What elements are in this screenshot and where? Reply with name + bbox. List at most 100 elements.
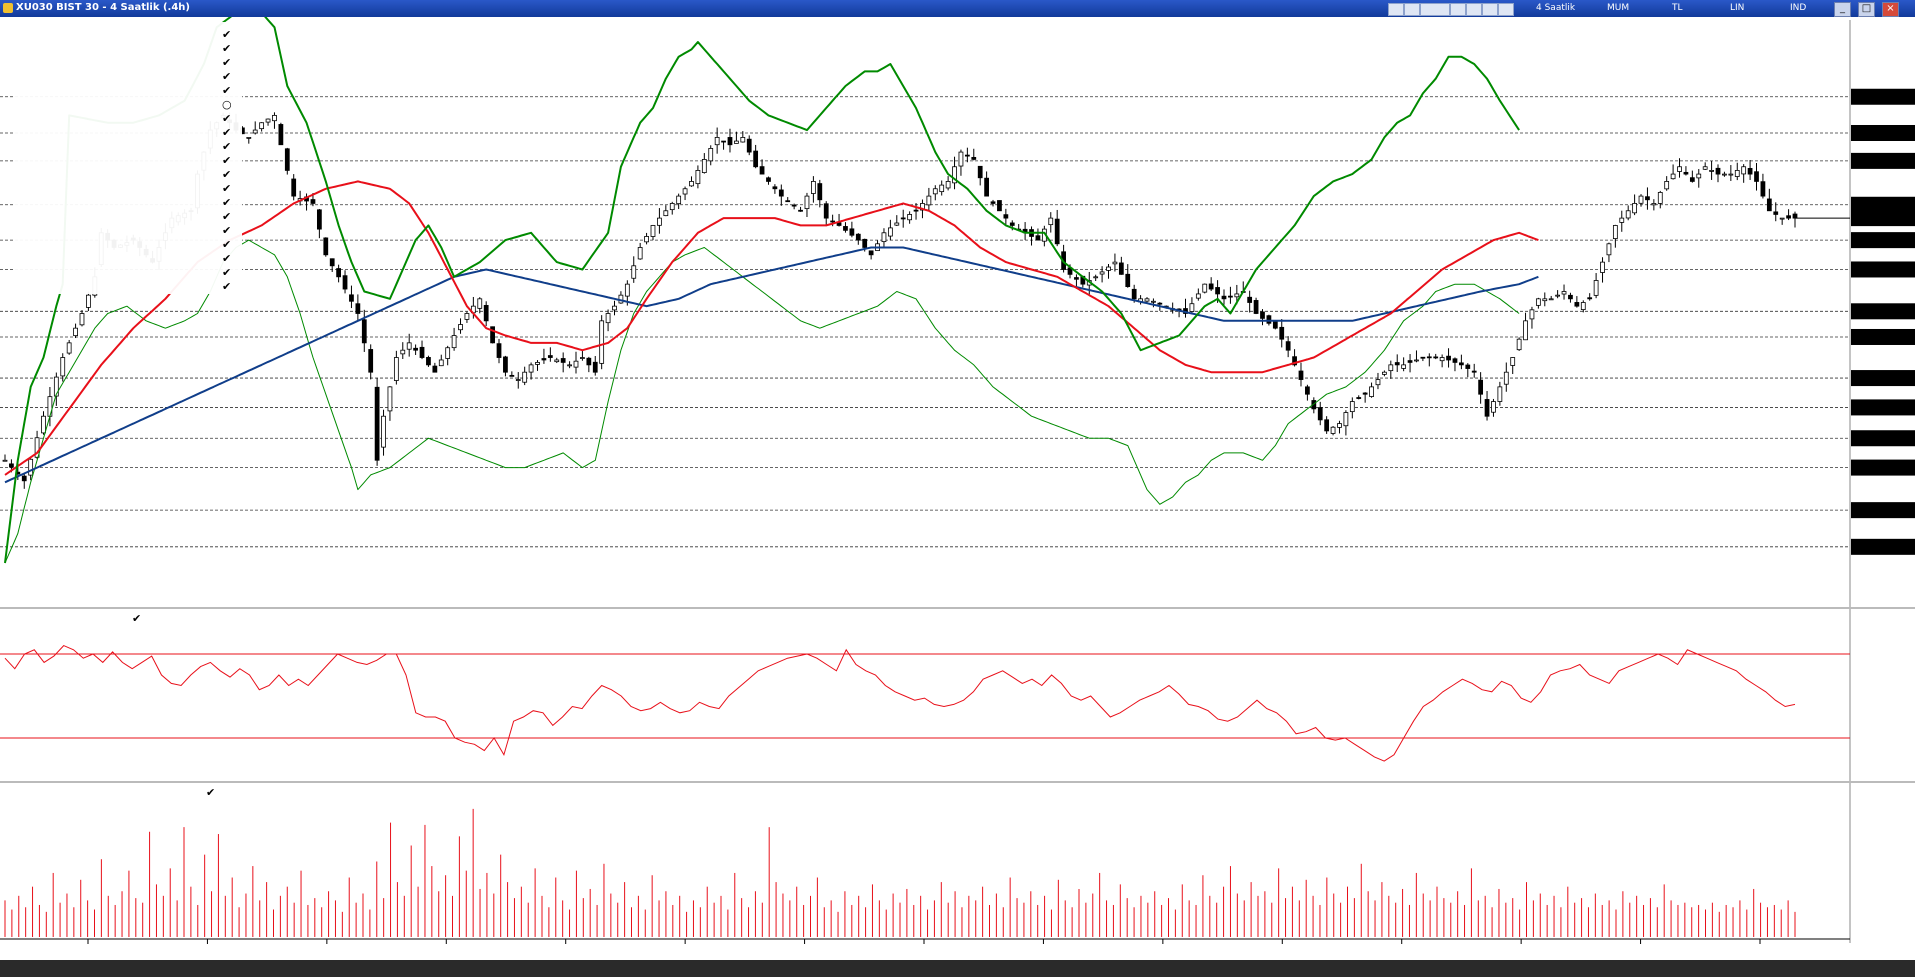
candle-body [1401,364,1407,369]
candle-body [1664,181,1670,190]
toolbar-tool-icon-5[interactable] [1466,3,1482,16]
candle-body [823,203,829,219]
maximize-button[interactable]: □ [1858,2,1875,17]
candle-body [1407,360,1413,363]
candle-body [1157,302,1163,305]
check-icon: ✔ [222,224,231,237]
check-icon: ✔ [222,84,231,97]
toolbar-tool-icon-7[interactable] [1498,3,1514,16]
candle-body [316,209,322,230]
candle-body [964,154,970,157]
candle-body [1195,293,1201,299]
check-icon: ✔ [222,238,231,251]
candle-body [1548,298,1554,301]
candle-body [932,188,938,195]
candle-body [272,114,277,122]
candle-body [400,349,406,355]
candle-body [939,184,945,193]
candle-body [310,199,316,204]
candle-body [1471,370,1477,373]
candle-body [657,217,662,226]
candle-body [368,349,374,373]
check-icon: ✔ [222,280,231,293]
candle-body [817,183,823,201]
candle-body [1330,426,1336,434]
candle-body [1779,217,1785,220]
check-icon: ✔ [222,126,231,139]
check-icon: ✔ [222,42,231,55]
horizontal-scrollbar[interactable] [0,960,1915,977]
candle-body [843,226,848,231]
candle-body [1106,266,1111,271]
candle-body [1228,295,1233,298]
candle-body [66,342,72,354]
minimize-button[interactable]: _ [1834,2,1851,17]
close-button[interactable]: × [1882,2,1899,17]
candle-body [1593,280,1599,296]
candle-body [573,360,579,368]
candle-body [624,283,630,297]
check-icon: ✔ [222,112,231,125]
candle-body [689,181,694,187]
candle-body [714,136,720,146]
candle-body [246,136,252,139]
candle-body [342,275,348,290]
candle-body [9,463,14,468]
candle-body [426,357,431,366]
candle-body [701,159,707,173]
candle-body [650,225,656,237]
candle-body [60,357,66,377]
check-icon: ✔ [222,252,231,265]
chart-area[interactable]: ✔✔✔✔✔○✔✔✔✔✔✔✔✔✔✔✔✔✔✔✔ [0,17,1915,960]
candle-body [1382,371,1387,375]
candle-body [868,250,874,256]
period-selector[interactable]: 4 Saatlik [1536,3,1575,13]
candle-body [445,347,451,359]
candle-body [1638,195,1644,204]
candle-body [984,177,989,197]
check-icon: ✔ [222,182,231,195]
candle-body [1247,296,1253,303]
candle-body [746,138,752,153]
candle-body [1632,203,1637,214]
candle-body [329,258,335,267]
candle-body [708,148,714,162]
toolbar-tool-icon-3[interactable] [1420,3,1450,16]
window-title: XU030 BIST 30 - 4 Saatlik (.4h) [16,2,190,13]
toolbar-tool-icon-2[interactable] [1404,3,1420,16]
candle-body [560,358,566,363]
candle-body [1600,261,1605,273]
toolbar-tool-icon-4[interactable] [1450,3,1466,16]
check-icon: ✔ [222,210,231,223]
candle-body [945,181,951,189]
candle-body [541,358,547,361]
candle-body [1253,300,1259,314]
candle-body [1003,214,1009,219]
candle-body [432,365,438,373]
candle-body [753,150,759,168]
candle-body [631,265,637,279]
scale-selector[interactable]: LIN [1730,3,1744,13]
candle-body [1305,386,1310,395]
currency-selector[interactable]: TL [1672,3,1683,13]
candle-body [47,396,53,417]
candle-body [1285,341,1291,351]
check-icon: ✔ [222,70,231,83]
candle-body [1484,399,1490,417]
candle-body [830,220,836,223]
chart-type-selector[interactable]: MUM [1607,3,1629,13]
candle-body [73,327,78,337]
candle-body [1144,298,1150,302]
hline-price-tag-bg [1851,459,1915,476]
candle-body [1465,364,1471,369]
check-icon: ✔ [222,196,231,209]
toolbar-tool-icon-6[interactable] [1482,3,1498,16]
candle-body [791,204,797,207]
candle-body [1587,297,1593,300]
candle-body [1722,173,1727,176]
toolbar-tool-icon-1[interactable] [1388,3,1404,16]
hline-price-tag-bg [1851,261,1915,278]
last-price-tag-bg [1851,210,1915,227]
candle-body [1112,261,1118,265]
indicator-menu[interactable]: IND [1790,3,1806,13]
